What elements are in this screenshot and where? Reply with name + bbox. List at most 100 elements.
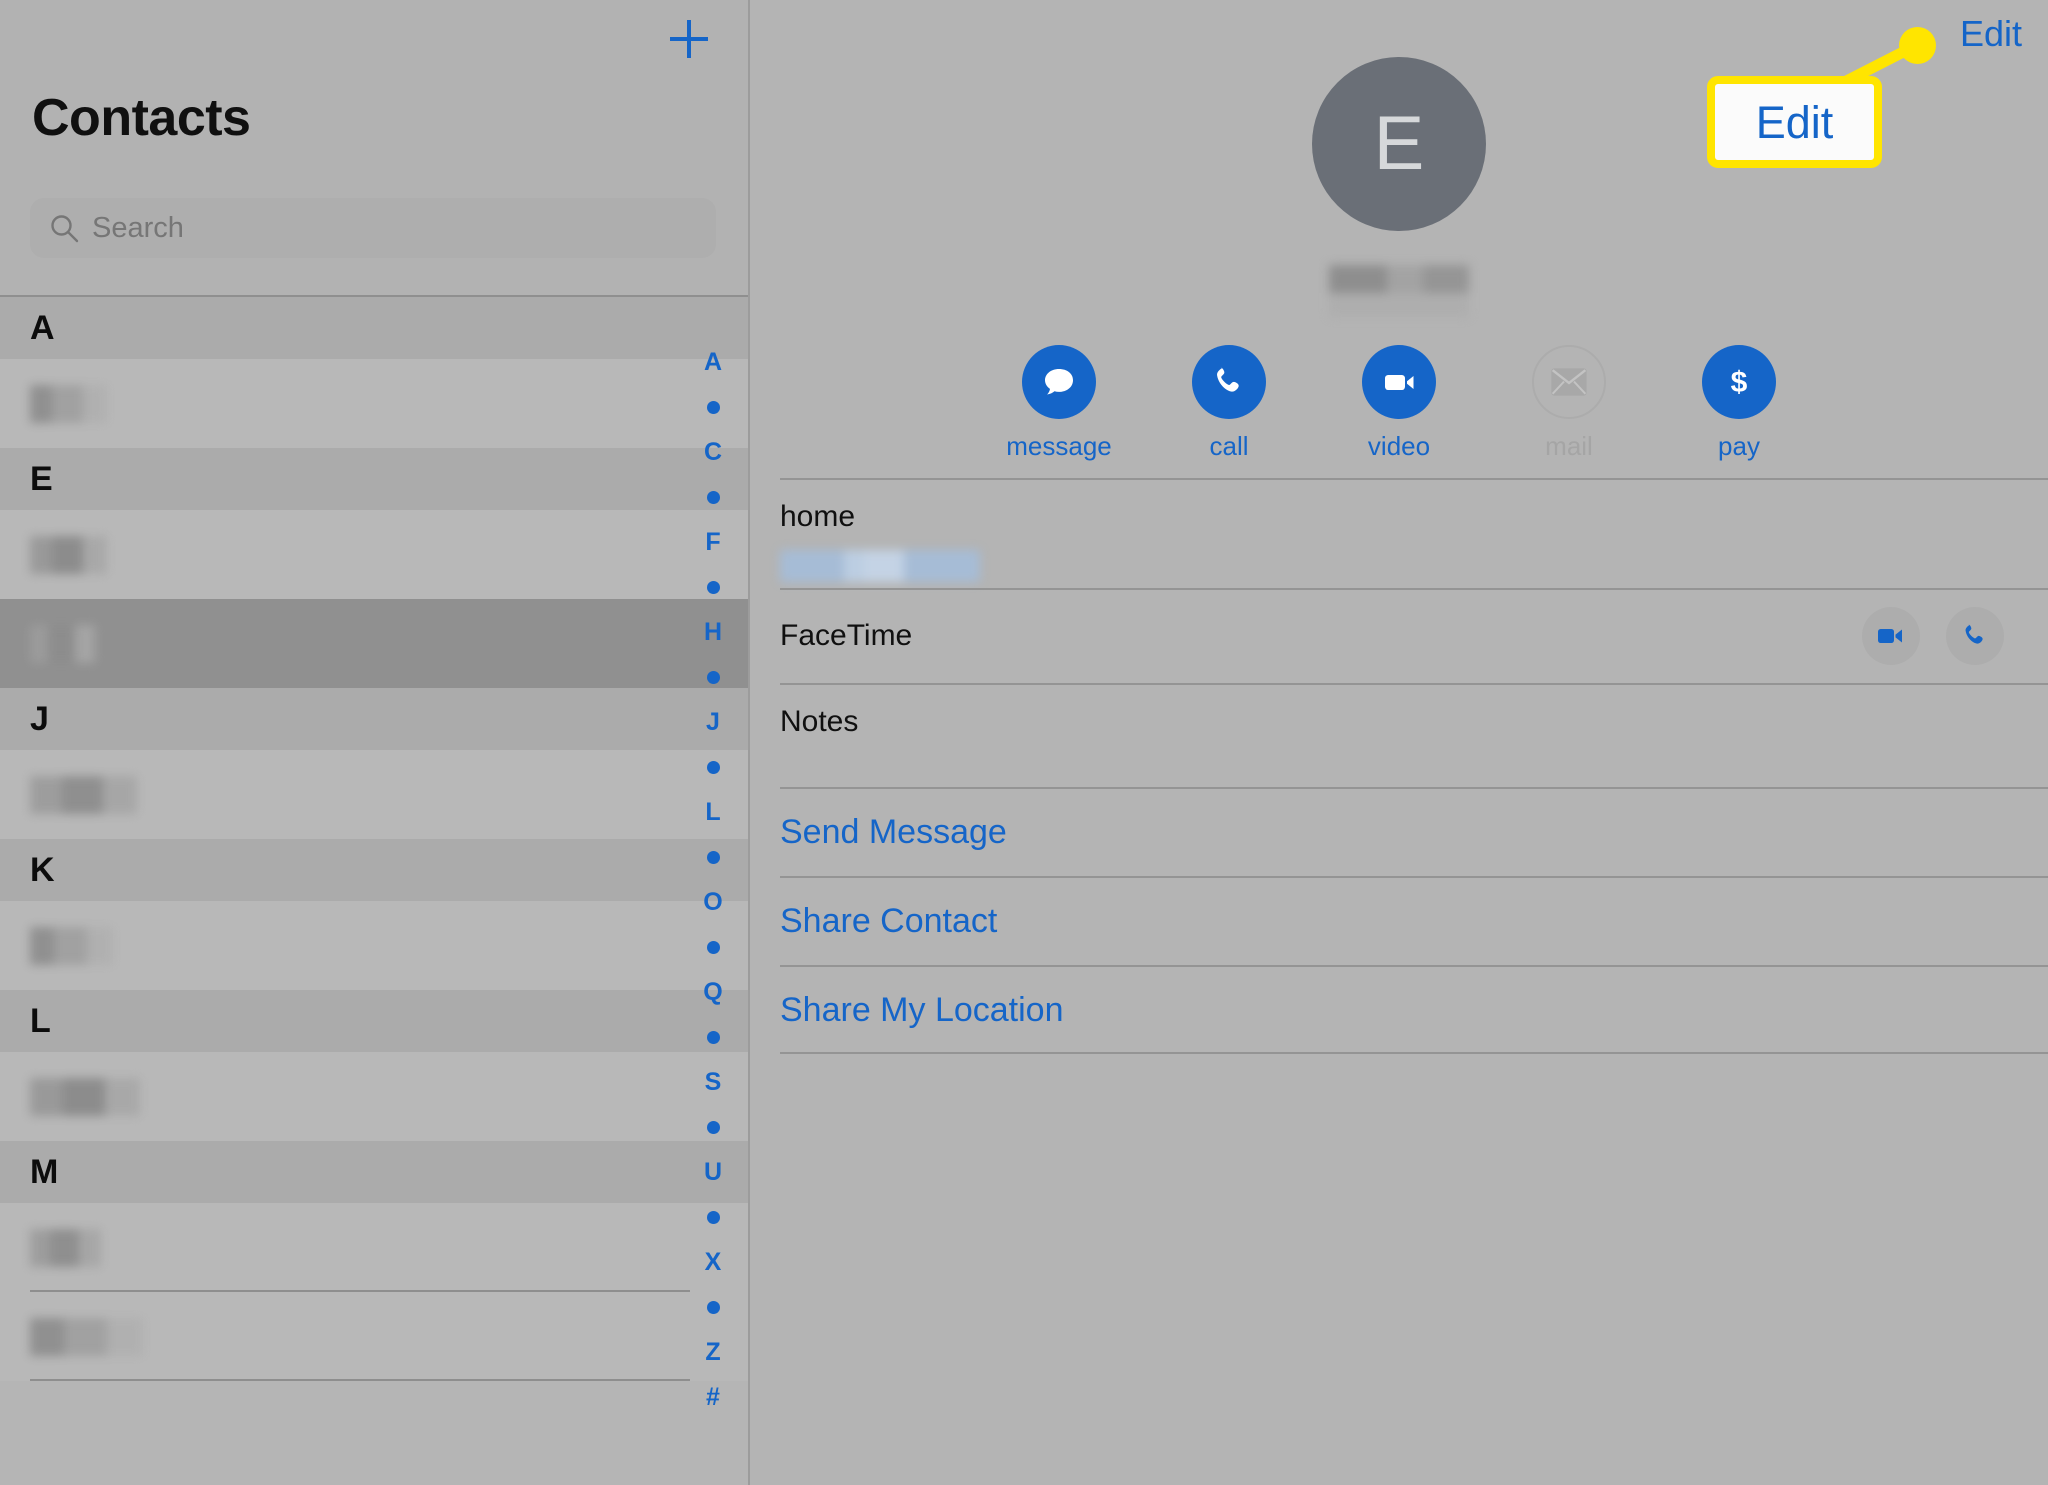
search-placeholder: Search	[92, 211, 184, 244]
section-header-a: A	[0, 297, 748, 359]
alphabet-index-dot[interactable]	[686, 565, 740, 610]
share-contact-label: Share Contact	[780, 901, 998, 940]
action-pay-label: pay	[1718, 431, 1760, 461]
field-notes[interactable]: Notes	[750, 683, 2048, 787]
action-video-label: video	[1367, 431, 1431, 461]
section-header-letter: A	[30, 309, 55, 347]
video-camera-icon	[1878, 628, 1902, 643]
alphabet-index-dot[interactable]	[686, 385, 740, 430]
edit-button[interactable]: Edit	[1960, 16, 2022, 52]
contact-list-item[interactable]	[0, 1292, 748, 1381]
contact-name-redacted	[30, 926, 118, 965]
message-bubble-icon-wrap	[1022, 345, 1096, 419]
share-my-location-label: Share My Location	[780, 990, 1064, 1029]
contact-list-item[interactable]	[0, 510, 748, 599]
action-mail: mail	[1523, 345, 1615, 459]
alphabet-index-o[interactable]: O	[686, 880, 740, 925]
action-mail-label: mail	[1545, 431, 1593, 461]
envelope-icon-wrap	[1532, 345, 1606, 419]
contact-name-redacted	[1329, 265, 1469, 317]
avatar-initial: E	[1373, 101, 1425, 186]
message-bubble-icon	[1045, 369, 1073, 395]
plus-icon	[670, 20, 708, 58]
alphabet-index-dot[interactable]	[686, 1195, 740, 1240]
field-home[interactable]: home	[750, 478, 2048, 588]
alphabet-index-dot[interactable]	[686, 1105, 740, 1150]
alphabet-index-q[interactable]: Q	[686, 970, 740, 1015]
phone-icon-wrap	[1192, 345, 1266, 419]
alphabet-index-z[interactable]: Z	[686, 1330, 740, 1375]
section-header-letter: L	[30, 1002, 51, 1040]
alphabet-index-f[interactable]: F	[686, 520, 740, 565]
alphabet-index-dot[interactable]	[686, 745, 740, 790]
alphabet-index-x[interactable]: X	[686, 1240, 740, 1285]
alphabet-index-#[interactable]: #	[686, 1375, 740, 1420]
alphabet-index-u[interactable]: U	[686, 1150, 740, 1195]
contact-name-redacted	[30, 535, 112, 574]
contact-name-redacted	[30, 1077, 144, 1116]
alphabet-index-dot[interactable]	[686, 1015, 740, 1060]
contact-list-item[interactable]	[0, 359, 748, 448]
field-facetime: FaceTime	[750, 588, 2048, 683]
field-notes-label: Notes	[780, 705, 859, 738]
contact-list-item[interactable]	[0, 901, 748, 990]
avatar: E	[1312, 57, 1486, 231]
share-my-location-link[interactable]: Share My Location	[750, 965, 2048, 1054]
contacts-sidebar: Contacts Search A E J K L M A C F H J L O Q S U X Z #	[0, 0, 750, 1485]
phone-icon	[1965, 624, 1983, 644]
facetime-buttons	[1862, 606, 2004, 665]
action-pay[interactable]: $ pay	[1693, 345, 1785, 459]
alphabet-index-dot[interactable]	[686, 925, 740, 970]
envelope-icon	[1551, 368, 1587, 396]
action-message-label: message	[1006, 431, 1112, 461]
section-header-letter: E	[30, 460, 53, 498]
contact-fields: home FaceTime Notes Send Message Share C…	[750, 478, 2048, 1054]
add-contact-button[interactable]	[662, 12, 716, 66]
contact-detail-header: E message call video mail $ pay	[750, 0, 2048, 478]
section-header-k: K	[0, 839, 748, 901]
contact-list-item[interactable]	[0, 599, 748, 688]
facetime-video-button[interactable]	[1862, 606, 1920, 665]
alphabet-index-l[interactable]: L	[686, 790, 740, 835]
alphabet-index-j[interactable]: J	[686, 700, 740, 745]
alphabet-index-dot[interactable]	[686, 475, 740, 520]
facetime-audio-button[interactable]	[1946, 606, 2004, 665]
field-facetime-label: FaceTime	[780, 618, 913, 652]
contact-name-redacted	[30, 1317, 146, 1356]
section-header-letter: K	[30, 851, 55, 889]
section-header-m: M	[0, 1141, 748, 1203]
alphabet-index-s[interactable]: S	[686, 1060, 740, 1105]
action-message[interactable]: message	[1006, 345, 1112, 459]
video-camera-icon-wrap	[1362, 345, 1436, 419]
section-header-e: E	[0, 448, 748, 510]
contact-list[interactable]: A E J K L M	[0, 297, 748, 1485]
action-call[interactable]: call	[1183, 345, 1275, 459]
field-home-value-redacted	[780, 550, 980, 582]
alphabet-index-dot[interactable]	[686, 655, 740, 700]
send-message-label: Send Message	[780, 812, 1007, 851]
alphabet-index-dot[interactable]	[686, 1285, 740, 1330]
alphabet-index-a[interactable]: A	[686, 340, 740, 385]
contact-name-redacted	[30, 624, 100, 663]
search-input[interactable]: Search	[30, 198, 716, 258]
alphabet-index[interactable]: A C F H J L O Q S U X Z #	[686, 340, 740, 1420]
alphabet-index-dot[interactable]	[686, 835, 740, 880]
search-icon	[51, 215, 79, 243]
section-header-letter: M	[30, 1153, 59, 1191]
video-camera-icon	[1385, 375, 1414, 390]
contact-list-item[interactable]	[0, 1052, 748, 1141]
alphabet-index-h[interactable]: H	[686, 610, 740, 655]
action-call-label: call	[1209, 431, 1249, 461]
share-contact-link[interactable]: Share Contact	[750, 876, 2048, 965]
contact-list-item[interactable]	[0, 1203, 748, 1292]
contacts-app: Contacts Search A E J K L M A C F H J L O Q S U X Z # Edi…	[0, 0, 2048, 1485]
alphabet-index-c[interactable]: C	[686, 430, 740, 475]
contact-list-item[interactable]	[0, 750, 748, 839]
page-title: Contacts	[32, 89, 251, 147]
sidebar-header: Contacts Search	[0, 0, 748, 297]
send-message-link[interactable]: Send Message	[750, 787, 2048, 876]
section-header-j: J	[0, 688, 748, 750]
action-video[interactable]: video	[1353, 345, 1445, 459]
contact-list-tail	[0, 1381, 748, 1485]
contact-name-redacted	[30, 384, 110, 423]
